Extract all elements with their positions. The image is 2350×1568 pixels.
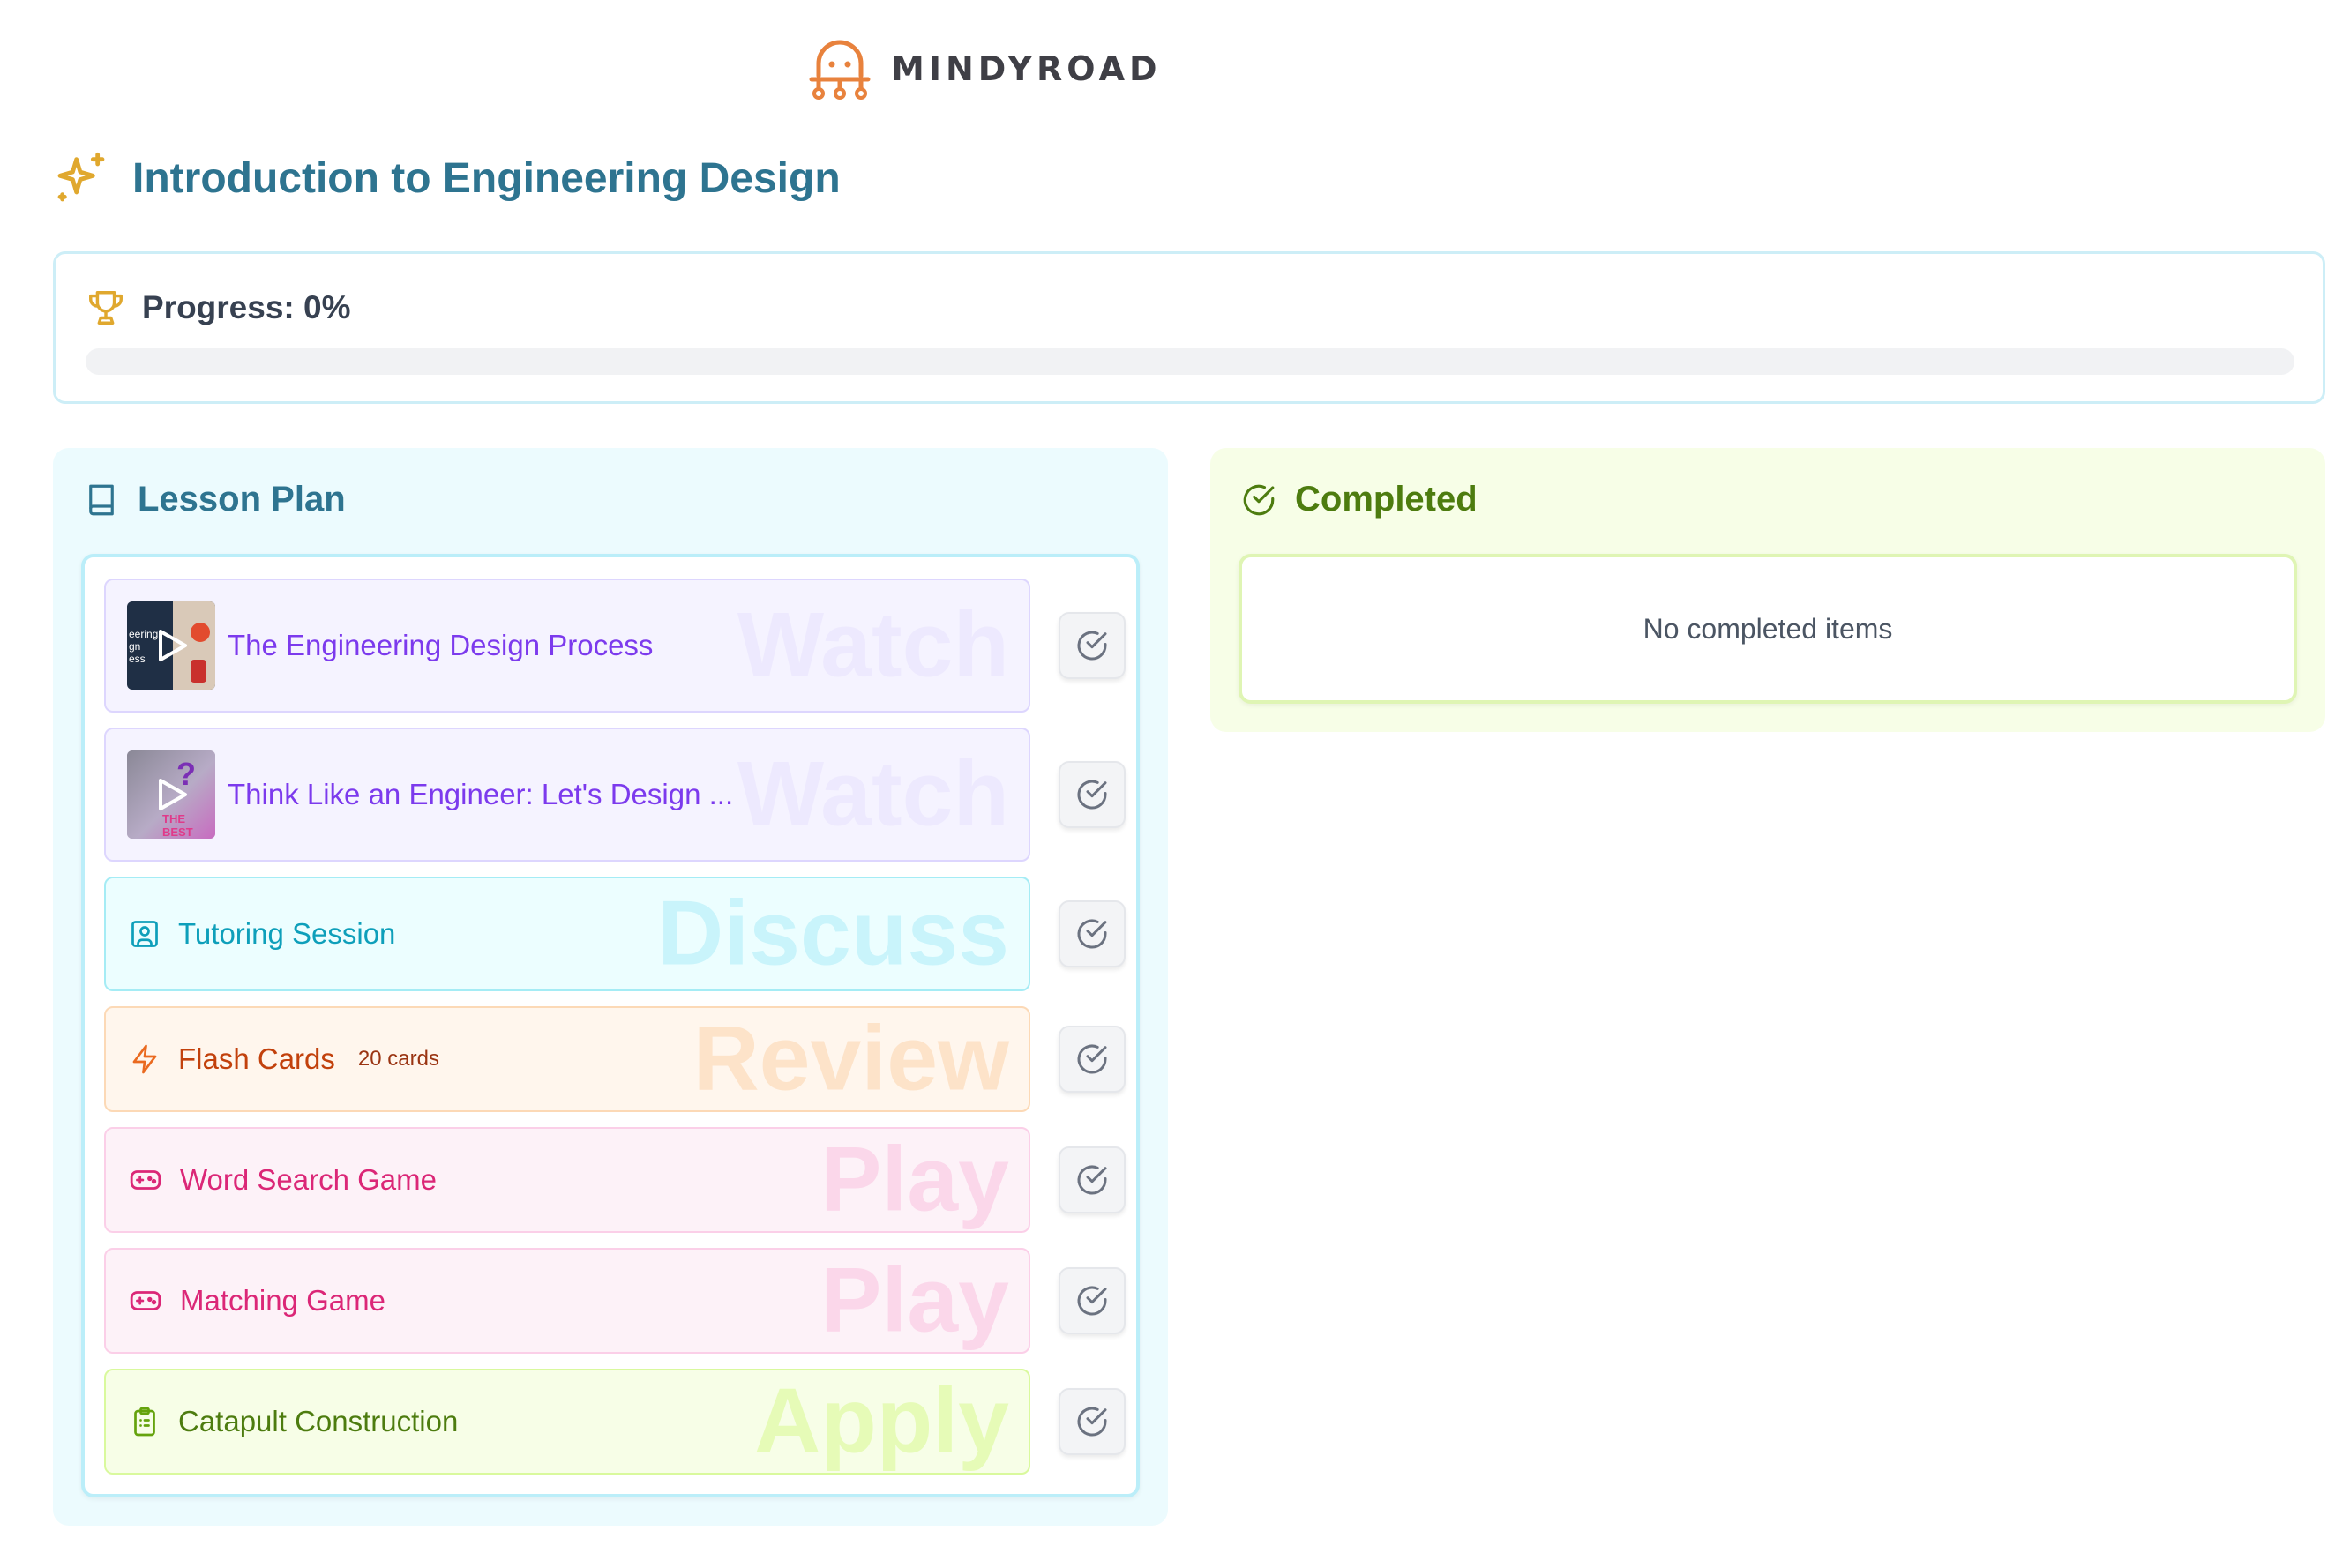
user-square-icon	[131, 921, 158, 947]
play-icon	[159, 779, 187, 810]
book-icon	[89, 484, 114, 515]
video-thumbnail[interactable]: eering gn ess	[127, 601, 215, 690]
sparkles-icon	[57, 152, 105, 202]
video-thumbnail[interactable]: ? THE BEST	[127, 750, 215, 839]
mark-complete-button[interactable]	[1059, 1388, 1126, 1455]
lesson-item-label: The Engineering Design Process	[228, 629, 654, 661]
gamepad-icon	[130, 1170, 161, 1190]
activity-badge: Play	[820, 1249, 1009, 1352]
activity-badge: Watch	[737, 594, 1009, 697]
progress-card: Progress: 0%	[53, 251, 2325, 404]
progress-bar	[86, 348, 2294, 375]
check-circle-icon	[1077, 1407, 1107, 1437]
lesson-item-label: Word Search Game	[180, 1163, 438, 1196]
check-circle-icon	[1077, 1286, 1107, 1316]
lesson-item-flashcards[interactable]: Flash Cards 20 cards Review	[104, 1006, 1030, 1112]
lesson-item-video-1[interactable]: eering gn ess The Engineering Design Pro…	[104, 579, 1030, 713]
trophy-icon	[89, 291, 123, 325]
lesson-item-label: Matching Game	[180, 1284, 385, 1317]
lesson-item-catapult[interactable]: Catapult Construction Apply	[104, 1369, 1030, 1475]
activity-badge: Review	[692, 1007, 1009, 1110]
lesson-item-label: Catapult Construction	[178, 1405, 459, 1437]
check-circle-icon	[1077, 1165, 1107, 1195]
play-icon	[159, 630, 187, 661]
brand-name: MINDYROAD	[891, 49, 1162, 88]
lesson-item-label: Tutoring Session	[178, 917, 396, 950]
page-title: Introduction to Engineering Design	[132, 154, 841, 202]
mindyroad-logo-icon	[809, 40, 871, 100]
card-count: 20 cards	[357, 1047, 439, 1071]
lesson-item-word-search[interactable]: Word Search Game Play	[104, 1127, 1030, 1233]
mark-complete-button[interactable]	[1059, 1146, 1126, 1213]
mark-complete-button[interactable]	[1059, 761, 1126, 828]
activity-badge: Discuss	[657, 882, 1009, 985]
activity-badge: Play	[820, 1128, 1009, 1231]
clipboard-list-icon	[134, 1407, 155, 1437]
lesson-item-video-2[interactable]: ? THE BEST Think Like an Engineer: Let's…	[104, 728, 1030, 862]
gamepad-icon	[130, 1291, 161, 1310]
thumbnail-text: ess	[129, 653, 146, 665]
lesson-item-label: Flash Cards	[178, 1042, 335, 1075]
activity-badge: Apply	[754, 1370, 1009, 1473]
mark-complete-button[interactable]	[1059, 900, 1126, 967]
empty-state-text: No completed items	[1643, 612, 1893, 645]
thumbnail-text: THE BEST	[162, 812, 193, 839]
check-circle-icon	[1077, 919, 1107, 949]
activity-badge: Watch	[737, 743, 1009, 846]
completed-panel: Completed No completed items	[1210, 448, 2325, 732]
check-circle-icon	[1077, 1044, 1107, 1074]
lesson-plan-title: Lesson Plan	[138, 480, 346, 519]
mark-complete-button[interactable]	[1059, 612, 1126, 679]
lesson-item-matching-game[interactable]: Matching Game Play	[104, 1248, 1030, 1354]
thumbnail-text: gn	[129, 640, 141, 653]
progress-label: Progress: 0%	[142, 289, 351, 325]
check-circle-icon	[1243, 484, 1275, 515]
lesson-plan-list: eering gn ess The Engineering Design Pro…	[81, 554, 1140, 1497]
mark-complete-button[interactable]	[1059, 1026, 1126, 1093]
completed-title: Completed	[1295, 480, 1478, 519]
check-circle-icon	[1077, 631, 1107, 661]
lesson-plan-panel: Lesson Plan eering gn ess The Engineerin…	[53, 448, 1168, 1526]
lightning-icon	[132, 1044, 157, 1074]
mark-complete-button[interactable]	[1059, 1267, 1126, 1334]
check-circle-icon	[1077, 780, 1107, 810]
lesson-item-label: Think Like an Engineer: Let's Design ...	[228, 778, 734, 810]
page-header: Introduction to Engineering Design	[53, 150, 841, 206]
lesson-item-tutoring[interactable]: Tutoring Session Discuss	[104, 877, 1030, 991]
brand-logo[interactable]: MINDYROAD	[806, 35, 1162, 102]
completed-list: No completed items	[1239, 554, 2297, 704]
thumbnail-text: eering	[129, 628, 159, 640]
